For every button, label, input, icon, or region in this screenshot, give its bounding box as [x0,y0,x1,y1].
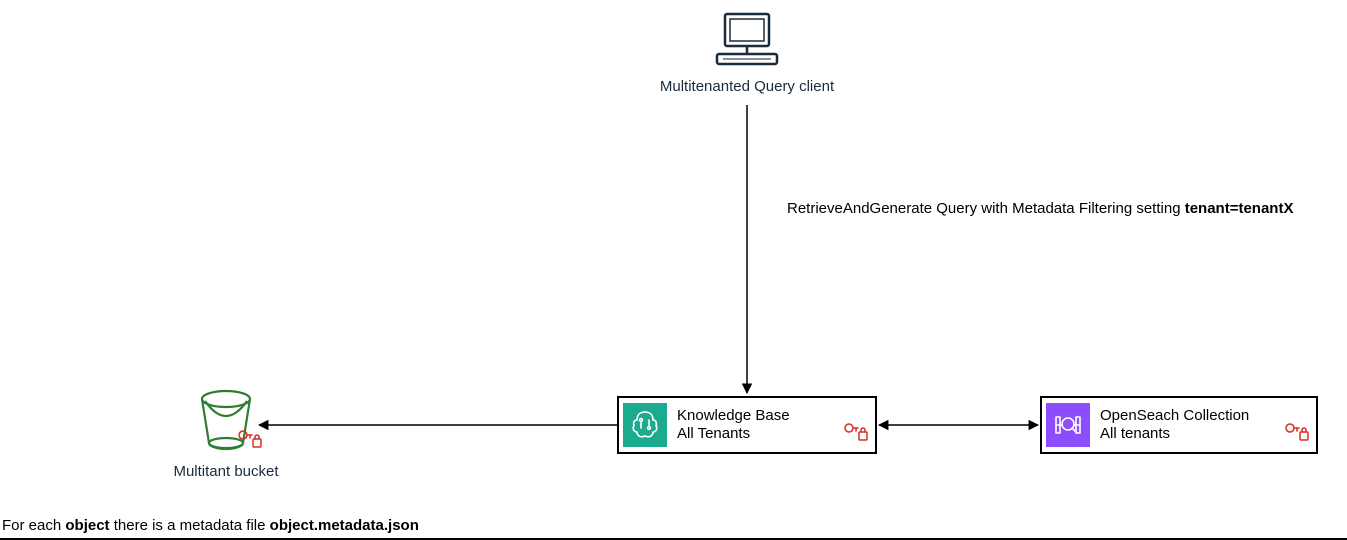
bucket-label: Multitant bucket [160,463,292,480]
knowledge-base-node: Knowledge Base All Tenants [617,396,877,454]
footnote: For each object there is a metadata file… [2,517,419,534]
key-lock-icon [237,427,263,451]
opensearch-node: OpenSeach Collection All tenants [1040,396,1318,454]
footnote-p2: there is a metadata file [110,517,270,534]
edge-client-kb-label: RetrieveAndGenerate Query with Metadata … [787,200,1307,217]
edge-label-text: RetrieveAndGenerate Query with Metadata … [787,200,1185,217]
client-label: Multitenanted Query client [650,78,844,95]
key-lock-icon [1284,420,1310,444]
kb-subtitle: All Tenants [677,425,790,443]
footnote-b1: object [65,517,109,534]
os-subtitle: All tenants [1100,425,1249,443]
footnote-p1: For each [2,517,65,534]
footnote-b2: object.metadata.json [270,517,419,534]
kb-title: Knowledge Base [677,407,790,425]
os-title: OpenSeach Collection [1100,407,1249,425]
edge-label-bold: tenant=tenantX [1185,200,1294,217]
client-node [712,10,782,72]
key-lock-icon [843,420,869,444]
opensearch-icon [1051,408,1085,442]
brain-circuit-icon [628,408,662,442]
bucket-node [193,387,259,453]
computer-icon [715,10,779,68]
